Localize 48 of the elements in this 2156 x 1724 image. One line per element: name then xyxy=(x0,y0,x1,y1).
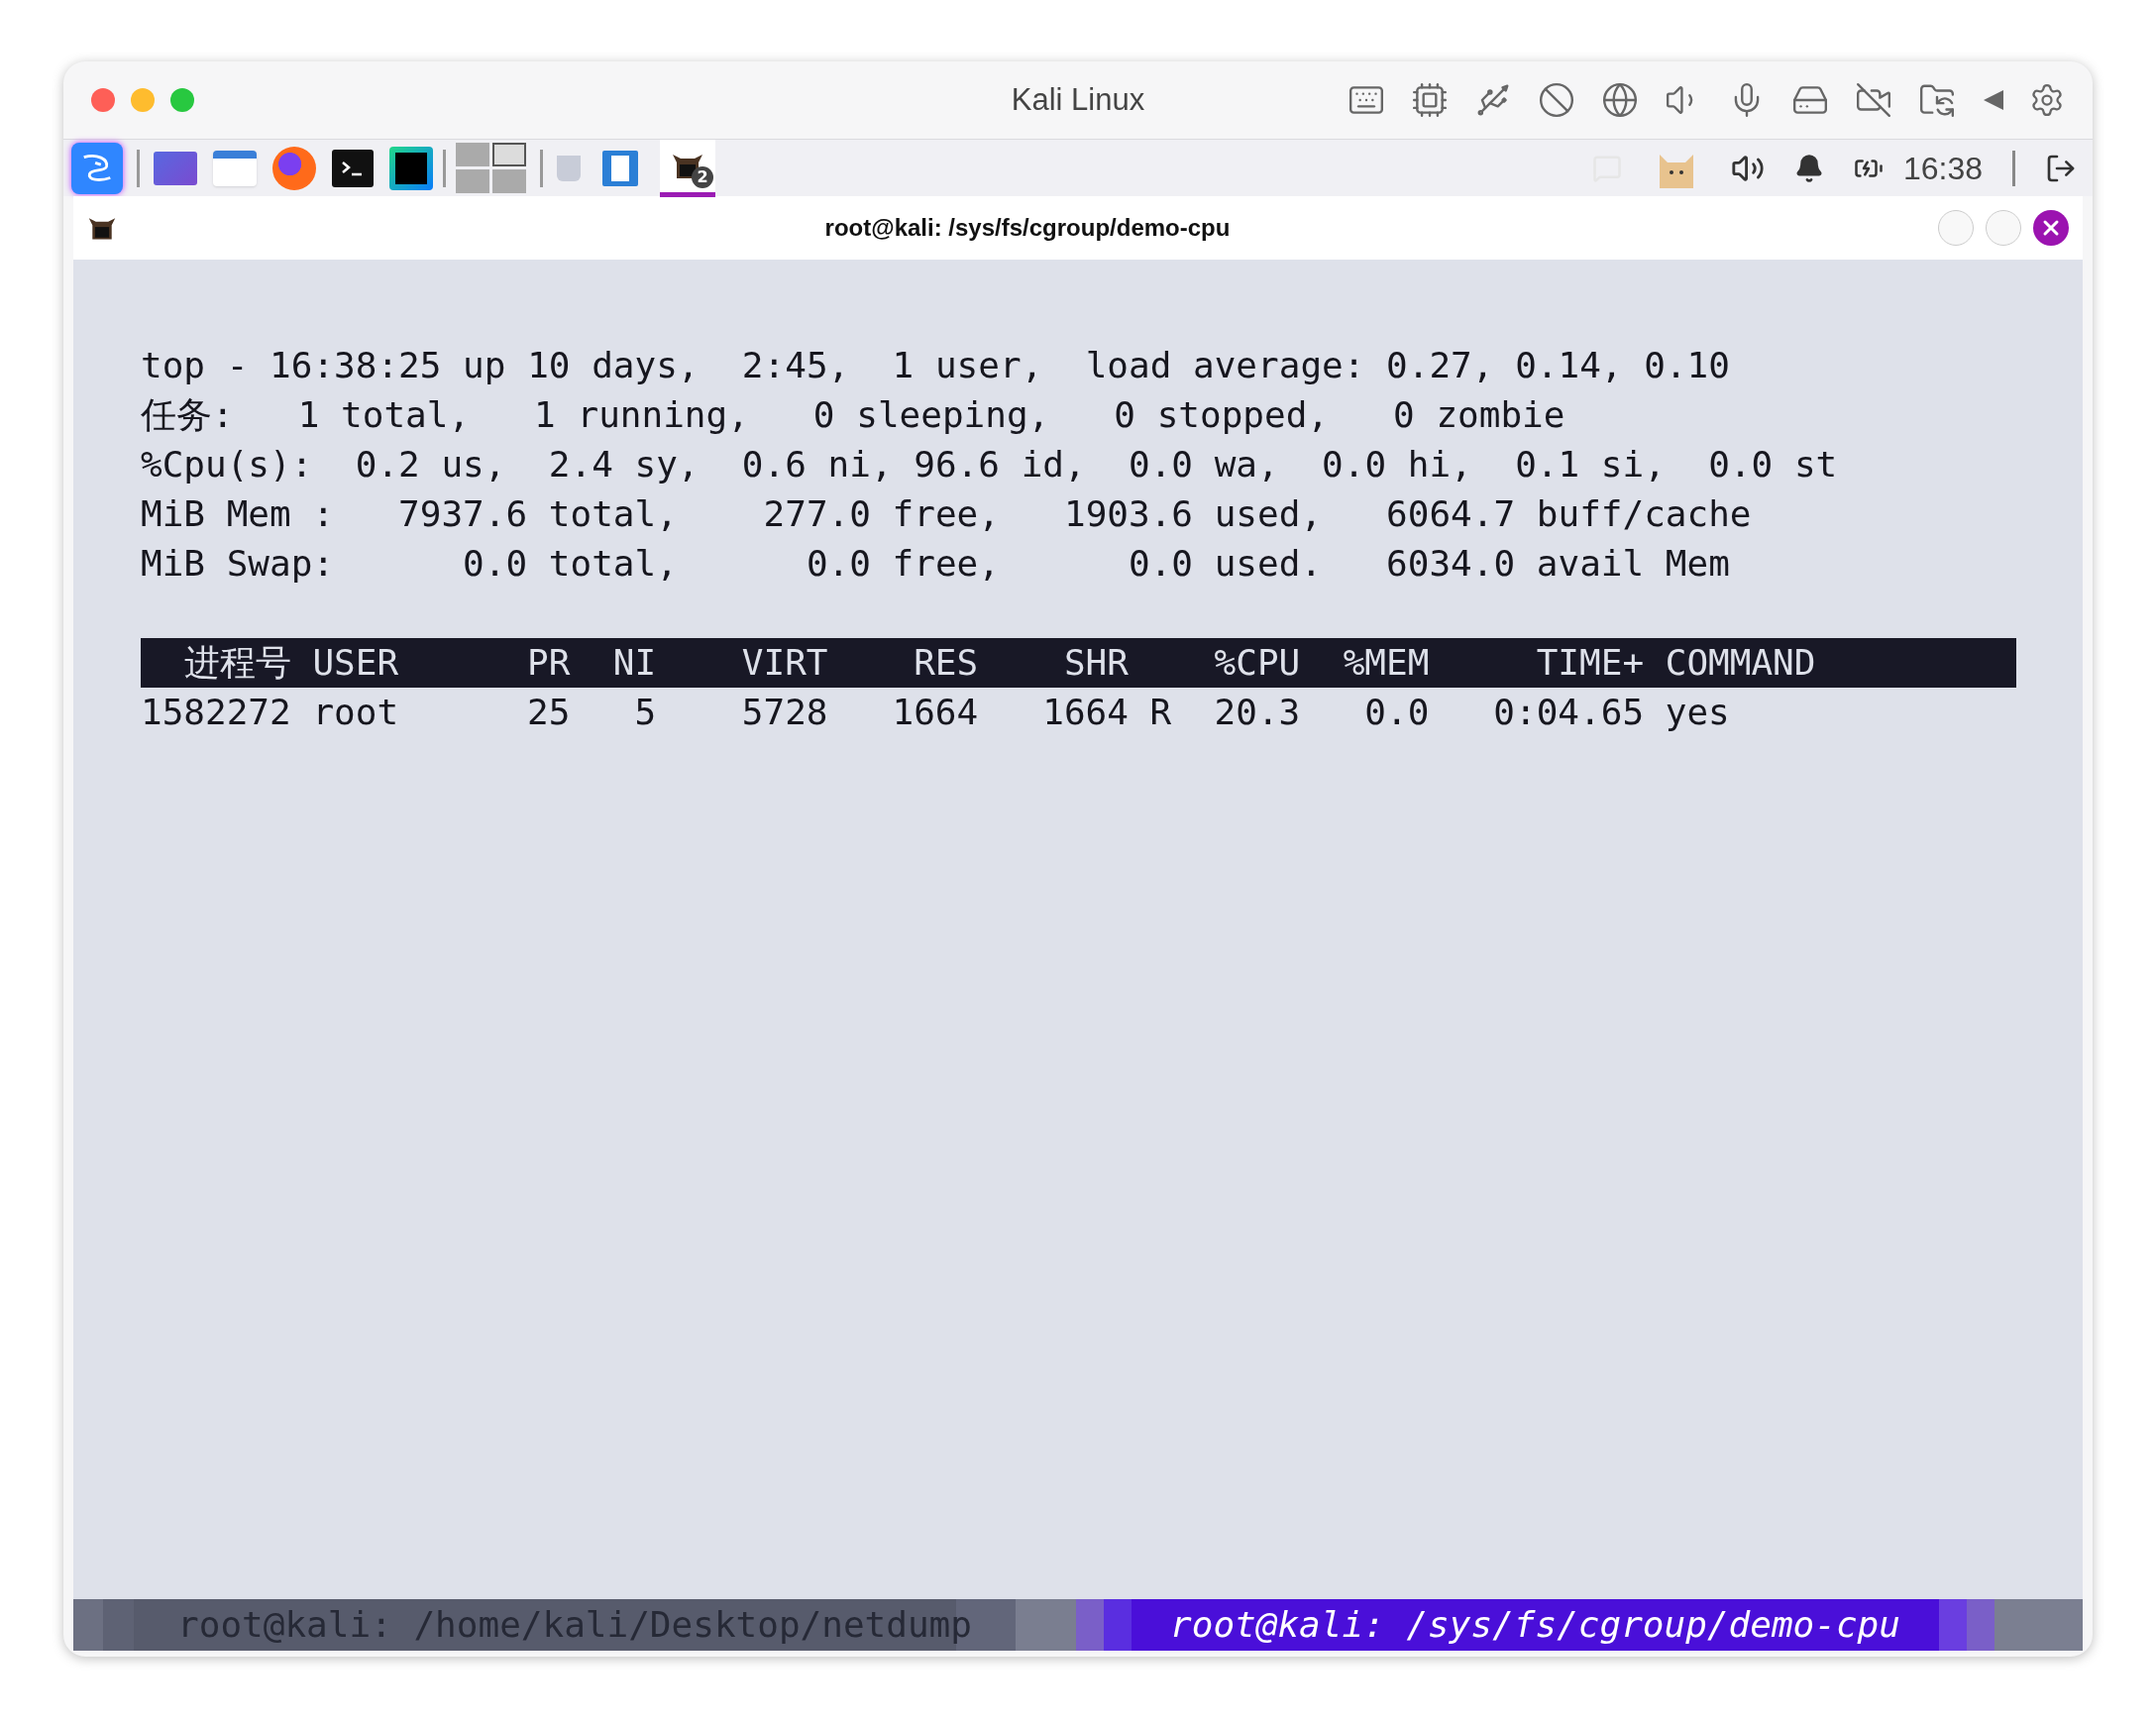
folder-icon[interactable] xyxy=(213,150,257,186)
process-cell-text: 25 xyxy=(527,691,571,734)
process-cell-text: 5 xyxy=(634,691,657,734)
process-cell-text: 1582272 xyxy=(141,691,291,734)
column-header: PR xyxy=(527,641,571,685)
clock: 16:38 xyxy=(1902,149,1983,188)
process-cell-text: 20.3 xyxy=(1214,691,1301,734)
terminal-line: %Cpu(s): 0.2 us, 2.4 sy, 0.6 ni, 96.6 id, 0.0 wa, 0.0 hi, 0.1 si, 0.0 st xyxy=(141,443,1838,486)
settings-icon[interactable] xyxy=(2029,82,2065,118)
workspace-button[interactable] xyxy=(492,143,526,166)
column-header: %CPU xyxy=(1214,641,1301,685)
process-cell-text: 0:04.65 xyxy=(1493,691,1645,734)
terminal-line: MiB Mem : 7937.6 total, 277.0 free, 1903.6 used, 6064.7 buff/cache xyxy=(141,492,1752,536)
cpu-icon[interactable] xyxy=(1411,81,1449,119)
process-cell-text: 1664 xyxy=(1042,691,1129,734)
column-header: COMMAND xyxy=(1665,641,1816,685)
terminal-line: top - 16:38:25 up 10 days, 2:45, 1 user, load average: 0.27, 0.14, 0.10 xyxy=(141,344,1730,387)
column-header: NI xyxy=(612,641,657,685)
column-header: %MEM xyxy=(1343,641,1430,685)
terminal-line: 任务: 1 total, 1 running, 0 sleeping, 0 stopped, 0 zombie xyxy=(141,393,1565,437)
window-title: Kali Linux xyxy=(1011,80,1145,119)
column-header: TIME+ xyxy=(1536,641,1645,685)
camera-off-icon[interactable] xyxy=(1855,81,1892,119)
close-button[interactable] xyxy=(91,88,115,112)
terminal-line: MiB Swap: 0.0 total, 0.0 free, 0.0 used. 6034.0 avail Mem xyxy=(141,542,1730,586)
process-cell-text: R xyxy=(1149,691,1172,734)
terminal-tab[interactable]: root@kali: /sys/fs/cgroup/demo-cpu xyxy=(1076,1599,1994,1651)
ide-icon[interactable] xyxy=(389,146,433,190)
column-header: VIRT xyxy=(741,641,828,685)
column-header: 进程号 xyxy=(183,641,291,685)
close-button[interactable] xyxy=(2033,210,2069,246)
desktop-icon[interactable] xyxy=(154,151,197,185)
column-header: USER xyxy=(312,641,399,685)
terminal-title: root@kali: /sys/fs/cgroup/demo-cpu xyxy=(824,213,1231,243)
process-cell-text: 0.0 xyxy=(1364,691,1430,734)
terminal-app-button[interactable]: 2 xyxy=(660,139,715,197)
process-cell-text: yes xyxy=(1665,691,1730,734)
column-header: RES xyxy=(914,641,979,685)
notebook-icon[interactable] xyxy=(602,150,638,186)
window-count-badge: 2 xyxy=(692,165,713,188)
blocked-circle-icon[interactable] xyxy=(1538,81,1575,119)
terminal-icon[interactable] xyxy=(332,149,374,187)
process-cell-text: 1664 xyxy=(892,691,979,734)
triangle-left-icon[interactable] xyxy=(1982,88,2003,112)
process-cell-text: 5728 xyxy=(741,691,828,734)
column-header: SHR xyxy=(1063,641,1129,685)
process-cell-text: root xyxy=(312,691,399,734)
globe-icon[interactable] xyxy=(1601,81,1639,119)
